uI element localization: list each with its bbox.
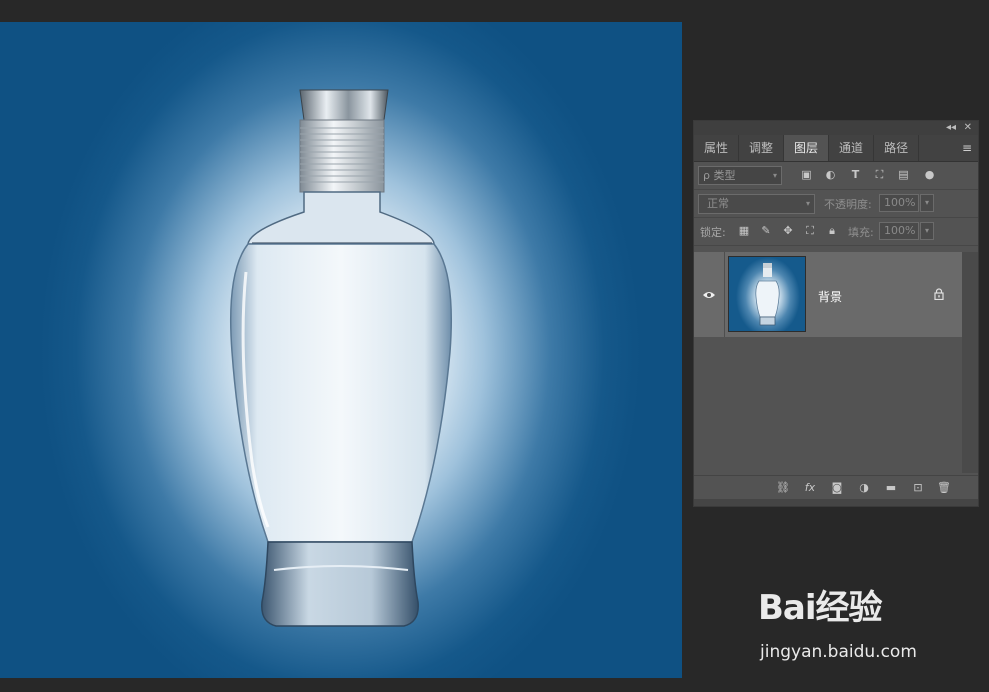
chevron-down-icon: ▾ xyxy=(805,199,810,208)
new-group-icon[interactable]: ▬ xyxy=(884,481,898,495)
layers-panel: ◂◂ ✕ 属性 调整 图层 通道 路径 ≡ ρ 类型 ▾ ▣ ◐ T ⛶ ▤ ●… xyxy=(693,120,979,507)
lock-artboard-icon[interactable]: ⛶ xyxy=(804,225,816,237)
fill-label: 填充: xyxy=(848,226,874,239)
baidu-watermark: Bai经验 jingyan.baidu.com xyxy=(758,580,948,670)
tab-properties[interactable]: 属性 xyxy=(694,135,740,161)
eye-icon[interactable] xyxy=(702,290,716,300)
opacity-label: 不透明度: xyxy=(824,198,872,211)
tab-channels[interactable]: 通道 xyxy=(829,135,875,161)
panel-titlebar: ◂◂ ✕ xyxy=(694,121,978,135)
collapse-panel-icon[interactable]: ◂◂ xyxy=(946,121,956,135)
opacity-input[interactable]: 100% xyxy=(879,194,919,212)
lock-all-icon[interactable]: 🔒︎ xyxy=(826,225,838,237)
fill-input[interactable]: 100% xyxy=(879,222,919,240)
layer-filter-row: ρ 类型 ▾ ▣ ◐ T ⛶ ▤ ● xyxy=(694,162,978,190)
add-mask-icon[interactable]: ◙ xyxy=(830,481,844,495)
filter-type-label: ρ 类型 xyxy=(703,169,736,182)
lock-label: 锁定: xyxy=(700,226,726,239)
shape-filter-icon[interactable]: ⛶ xyxy=(873,168,886,181)
tab-adjustments[interactable]: 调整 xyxy=(739,135,785,161)
fill-dropdown-icon[interactable]: ▾ xyxy=(920,222,934,240)
layer-name[interactable]: 背景 xyxy=(818,288,842,305)
chevron-down-icon: ▾ xyxy=(772,171,777,180)
layers-footer-toolbar: ⛓ fx ◙ ◑ ▬ ⊡ 🗑︎ xyxy=(694,475,978,500)
lock-icon xyxy=(934,288,944,300)
tab-paths[interactable]: 路径 xyxy=(874,135,920,161)
filter-type-select[interactable]: ρ 类型 ▾ xyxy=(698,166,782,185)
document-canvas[interactable] xyxy=(0,22,682,678)
opacity-dropdown-icon[interactable]: ▾ xyxy=(920,194,934,212)
panel-menu-icon[interactable]: ≡ xyxy=(962,141,972,155)
blend-mode-select[interactable]: 正常 ▾ xyxy=(698,194,815,214)
layers-scrollbar[interactable] xyxy=(962,252,978,473)
link-layers-icon[interactable]: ⛓ xyxy=(776,481,790,495)
baidu-logo-text: Bai经验 xyxy=(758,588,883,628)
layers-list: 背景 xyxy=(694,252,978,473)
fx-icon[interactable]: fx xyxy=(803,481,817,495)
thumbnail-bottle xyxy=(755,263,780,326)
layer-thumbnail[interactable] xyxy=(728,256,806,332)
blend-row: 正常 ▾ 不透明度: 100% ▾ xyxy=(694,190,978,218)
tab-layers[interactable]: 图层 xyxy=(784,135,830,161)
bottle-image xyxy=(229,89,453,627)
visibility-toggle[interactable] xyxy=(694,252,725,337)
lock-image-icon[interactable]: ✎ xyxy=(760,225,772,237)
delete-layer-icon[interactable]: 🗑︎ xyxy=(937,481,951,495)
panel-resize-handle[interactable] xyxy=(694,499,978,506)
filter-toggle-icon[interactable]: ● xyxy=(923,168,936,181)
baidu-url-text: jingyan.baidu.com xyxy=(760,642,917,662)
image-filter-icon[interactable]: ▣ xyxy=(800,168,813,181)
type-filter-icon[interactable]: T xyxy=(849,168,862,181)
close-panel-icon[interactable]: ✕ xyxy=(964,121,972,135)
lock-row: 锁定: ▦ ✎ ✥ ⛶ 🔒︎ 填充: 100% ▾ xyxy=(694,218,978,246)
smart-object-filter-icon[interactable]: ▤ xyxy=(897,168,910,181)
lock-transparent-icon[interactable]: ▦ xyxy=(738,225,750,237)
adjustment-filter-icon[interactable]: ◐ xyxy=(824,168,837,181)
lock-position-icon[interactable]: ✥ xyxy=(782,225,794,237)
layer-row-background[interactable]: 背景 xyxy=(694,252,962,337)
blend-mode-value: 正常 xyxy=(707,197,729,210)
adjustment-layer-icon[interactable]: ◑ xyxy=(857,481,871,495)
panel-tabs: 属性 调整 图层 通道 路径 ≡ xyxy=(694,135,978,162)
new-layer-icon[interactable]: ⊡ xyxy=(911,481,925,495)
